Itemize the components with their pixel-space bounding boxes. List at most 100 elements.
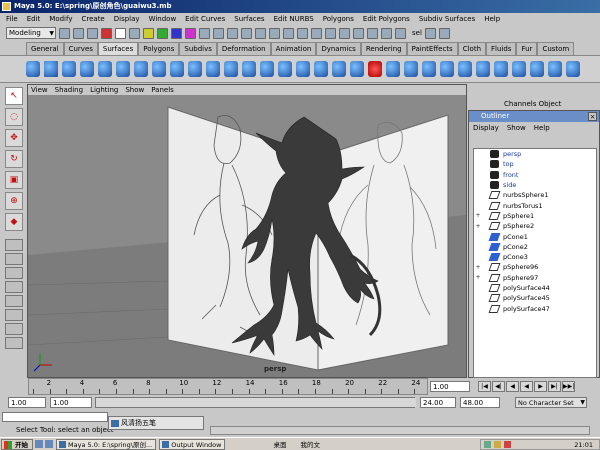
expand-toggle-icon[interactable]: + [474,264,482,271]
move-tool-icon[interactable]: ✥ [5,129,23,147]
expand-toggle-icon[interactable]: + [474,223,482,230]
outliner-menu-display[interactable]: Display [473,124,499,132]
time-ruler[interactable]: 2 4 6 8 10 12 14 16 18 20 22 24 [28,378,428,395]
outliner-item[interactable]: side [474,180,596,190]
viewport-menu-panels[interactable]: Panels [151,86,174,94]
show-channel-box-icon[interactable] [438,27,450,39]
viewport-menu-shading[interactable]: Shading [55,86,83,94]
outliner-item[interactable]: polySurface47 [474,303,596,313]
shelf-tab-general[interactable]: General [26,42,64,55]
current-time-field[interactable]: 1.00 [430,381,470,392]
nurbs-circle-icon[interactable] [134,61,148,77]
nurbs-plane-icon[interactable] [98,61,112,77]
persp-graph-layout-icon[interactable] [5,309,23,321]
pick-deformations-icon[interactable] [199,27,210,39]
outliner-item[interactable]: + pSphere97 [474,273,596,283]
extend-surfaces-icon[interactable] [476,61,490,77]
shelf-tab-surfaces[interactable]: Surfaces [97,42,139,55]
render-globals-icon[interactable] [395,27,406,39]
menu-window[interactable]: Window [149,15,177,23]
pick-dynamics-icon[interactable] [213,27,224,39]
last-tool-icon[interactable]: ◆ [5,213,23,231]
persp-outliner-layout-icon[interactable] [5,295,23,307]
untrim-icon[interactable] [368,61,382,77]
render-icon[interactable] [367,27,378,39]
make-live-icon[interactable] [339,27,350,39]
open-close-surfaces-icon[interactable] [440,61,454,77]
character-set-menu[interactable]: No Character Set [515,397,587,408]
menu-create[interactable]: Create [81,15,104,23]
persp-hypershade-layout-icon[interactable] [5,337,23,349]
shelf-tab-animation[interactable]: Animation [270,42,317,55]
snap-grid-icon[interactable] [283,27,294,39]
shelf-tab-cloth[interactable]: Cloth [457,42,487,55]
lock-selection-icon[interactable] [255,27,266,39]
birail-icon[interactable] [296,61,310,77]
sculpt-surfaces-icon[interactable] [548,61,562,77]
outliner-title-bar[interactable]: Outliner × [469,111,599,122]
loft-icon[interactable] [188,61,202,77]
hypershade-layout-icon[interactable] [5,323,23,335]
menu-edit-curves[interactable]: Edit Curves [185,15,225,23]
reverse-surface-icon[interactable] [530,61,544,77]
menu-file[interactable]: File [6,15,18,23]
menu-help[interactable]: Help [484,15,500,23]
outliner-item[interactable]: + pSphere96 [474,262,596,272]
shelf-tab-polygons[interactable]: Polygons [138,42,180,55]
network-icon[interactable] [484,441,491,448]
quick-launch-browser-icon[interactable] [45,440,53,448]
playback-end-field[interactable]: 24.00 [420,397,456,408]
surface-fillet-icon[interactable] [566,61,580,77]
manipulator-tool-icon[interactable]: ⊕ [5,192,23,210]
step-back-frame-icon[interactable]: ◀ [506,381,519,392]
ipr-render-icon[interactable] [381,27,392,39]
extrude-icon[interactable] [224,61,238,77]
save-scene-icon[interactable] [87,27,98,39]
snap-view-plane-icon[interactable] [325,27,336,39]
detach-surfaces-icon[interactable] [404,61,418,77]
expand-toggle-icon[interactable]: + [474,212,482,219]
nurbs-square-icon[interactable] [152,61,166,77]
channel-box-header[interactable]: Channels Object [502,100,600,110]
nurbs-torus-icon[interactable] [116,61,130,77]
show-attribute-editor-icon[interactable] [424,27,436,39]
viewport-menu-view[interactable]: View [31,86,48,94]
boundary-icon[interactable] [260,61,274,77]
playback-start-field[interactable]: 1.00 [50,397,92,408]
rotate-tool-icon[interactable]: ↻ [5,150,23,168]
viewport-canvas[interactable] [28,95,466,377]
menu-surfaces[interactable]: Surfaces [234,15,264,23]
menu-modify[interactable]: Modify [49,15,72,23]
outliner-item[interactable]: + pSphere1 [474,211,596,221]
window-title-bar[interactable]: Maya 5.0: E:\spring\原创角色\guaiwu3.mb [0,0,600,13]
scale-tool-icon[interactable]: ▣ [5,171,23,189]
rebuild-surfaces-icon[interactable] [512,61,526,77]
outliner-item[interactable]: front [474,170,596,180]
outliner-menu-help[interactable]: Help [534,124,550,132]
step-forward-frame-icon[interactable]: ▶| [548,381,561,392]
outliner-item[interactable]: pCone3 [474,252,596,262]
menu-mode-selector[interactable]: Modeling [6,27,56,39]
menu-edit[interactable]: Edit [27,15,41,23]
shelf-tab-deformation[interactable]: Deformation [216,42,271,55]
outliner-item[interactable]: persp [474,149,596,159]
offset-surfaces-icon[interactable] [494,61,508,77]
revolve-icon[interactable] [170,61,184,77]
go-to-end-icon[interactable]: ▶▶| [562,381,575,392]
intersect-icon[interactable] [332,61,346,77]
nurbs-cone-icon[interactable] [80,61,94,77]
nurbs-cylinder-icon[interactable] [62,61,76,77]
pick-rendering-icon[interactable] [227,27,238,39]
project-curve-icon[interactable] [314,61,328,77]
planar-icon[interactable] [206,61,220,77]
shelf-tab-fur[interactable]: Fur [516,42,538,55]
shelf-tab-curves[interactable]: Curves [63,42,98,55]
quick-launch-desktop-icon[interactable] [35,440,43,448]
pick-misc-icon[interactable] [241,27,252,39]
highlight-selection-icon[interactable] [269,27,280,39]
history-icon[interactable] [353,27,364,39]
start-button[interactable]: 开始 [1,438,33,450]
select-tool-icon[interactable]: ↖ [5,87,23,105]
expand-toggle-icon[interactable]: + [474,274,482,281]
two-pane-layout-icon[interactable] [5,267,23,279]
